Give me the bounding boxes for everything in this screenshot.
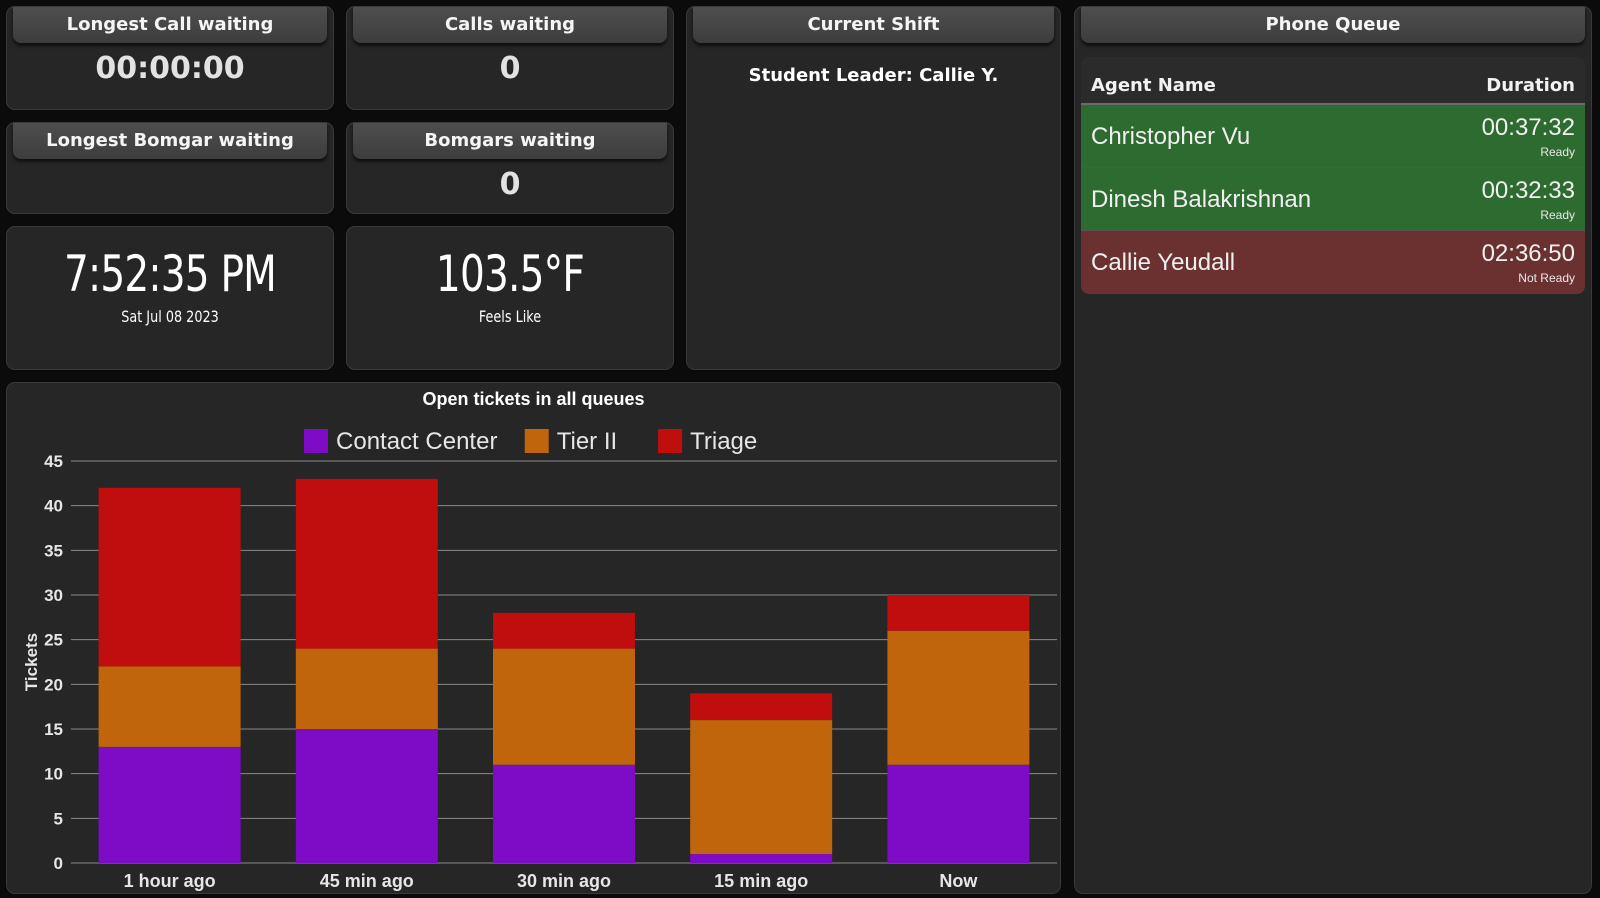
bar-contact-center xyxy=(295,729,438,863)
agent-name: Christopher Vu xyxy=(1091,123,1251,150)
table-row: Christopher Vu 00:37:32 Ready xyxy=(1081,105,1585,168)
tickets-chart: 0 5 10 15 20 25 30 35 40 45 Tickets 1 hour ago 45 mi… xyxy=(22,428,1057,891)
bar-contact-center xyxy=(887,764,1030,863)
x-tick-label: 30 min ago xyxy=(517,871,611,891)
bar-tier-ii xyxy=(493,648,635,765)
longest-call-title: Longest Call waiting xyxy=(13,7,327,43)
weather-temp: 103.5°F xyxy=(435,245,585,303)
calls-waiting-tile: Calls waiting 0 xyxy=(346,6,674,110)
bomgars-waiting-value: 0 xyxy=(499,167,521,202)
y-tick-label: 30 xyxy=(44,586,63,605)
student-leader: Student Leader: Callie Y. xyxy=(748,65,999,86)
agent-status: Ready xyxy=(1540,208,1575,222)
y-tick-label: 5 xyxy=(54,809,63,828)
legend-swatch xyxy=(524,429,549,453)
y-tick-label: 20 xyxy=(44,675,63,694)
calls-waiting-title: Calls waiting xyxy=(353,7,667,43)
agent-status: Ready xyxy=(1540,145,1575,159)
bar-tier-ii xyxy=(690,720,833,855)
clock-date: Sat Jul 08 2023 xyxy=(121,307,219,326)
agent-status: Not Ready xyxy=(1518,271,1575,285)
y-tick-label: 45 xyxy=(44,452,63,471)
legend-label: Triage xyxy=(690,428,757,455)
bar-contact-center xyxy=(493,764,635,863)
bar-tier-ii xyxy=(98,666,241,747)
y-tick-label: 15 xyxy=(44,720,63,739)
bar-tier-ii xyxy=(887,630,1030,765)
agent-duration: 02:36:50 xyxy=(1481,240,1575,267)
agent-name: Dinesh Balakrishnan xyxy=(1091,186,1312,213)
weather-label: Feels Like xyxy=(478,307,542,326)
legend-swatch xyxy=(658,429,683,453)
table-row: Callie Yeudall 02:36:50 Not Ready xyxy=(1081,231,1585,294)
longest-bomgar-tile: Longest Bomgar waiting xyxy=(6,122,334,214)
bar-triage xyxy=(98,487,241,667)
calls-waiting-value: 0 xyxy=(499,51,521,86)
col-duration: Duration xyxy=(1486,75,1575,96)
bar-contact-center xyxy=(690,854,833,863)
clock-tile: 7:52:35 PM Sat Jul 08 2023 xyxy=(6,226,334,370)
current-shift-panel: Current Shift Student Leader: Callie Y. xyxy=(686,6,1061,370)
col-agent-name: Agent Name xyxy=(1091,75,1216,96)
bomgars-waiting-tile: Bomgars waiting 0 xyxy=(346,122,674,214)
x-tick-label: Now xyxy=(939,871,978,891)
phone-queue-header: Agent Name Duration xyxy=(1081,57,1585,105)
bar-tier-ii xyxy=(295,648,438,729)
phone-queue-panel: Phone Queue Agent Name Duration Christop… xyxy=(1074,6,1592,894)
longest-bomgar-title: Longest Bomgar waiting xyxy=(13,123,327,159)
agent-duration: 00:32:33 xyxy=(1481,177,1575,204)
current-shift-title: Current Shift xyxy=(693,7,1054,43)
bar-contact-center xyxy=(98,746,241,863)
clock-time: 7:52:35 PM xyxy=(63,245,277,303)
phone-queue-table: Agent Name Duration Christopher Vu 00:37… xyxy=(1081,57,1585,294)
legend-label: Tier II xyxy=(557,428,617,455)
longest-call-tile: Longest Call waiting 00:00:00 xyxy=(6,6,334,110)
y-tick-label: 40 xyxy=(44,497,63,516)
bar-triage xyxy=(690,693,833,721)
y-tick-label: 10 xyxy=(44,765,63,784)
legend-label: Contact Center xyxy=(336,428,497,455)
y-tick-label: 25 xyxy=(44,631,63,650)
legend-swatch xyxy=(304,429,329,453)
bar-triage xyxy=(493,612,635,649)
bar-triage xyxy=(887,595,1030,631)
agent-name: Callie Yeudall xyxy=(1091,249,1236,276)
y-tick-label: 35 xyxy=(44,541,63,560)
table-row: Dinesh Balakrishnan 00:32:33 Ready xyxy=(1081,168,1585,231)
y-tick-label: 0 xyxy=(54,854,63,873)
x-tick-label: 45 min ago xyxy=(320,871,414,891)
weather-tile: 103.5°F Feels Like xyxy=(346,226,674,370)
tickets-chart-panel: Open tickets in all queues 0 5 10 15 20 25 30 3… xyxy=(6,382,1061,894)
x-tick-label: 15 min ago xyxy=(714,871,808,891)
bar-triage xyxy=(295,478,438,649)
agent-duration: 00:37:32 xyxy=(1481,114,1575,141)
x-tick-label: 1 hour ago xyxy=(124,871,216,891)
longest-call-value: 00:00:00 xyxy=(95,51,245,86)
phone-queue-title: Phone Queue xyxy=(1081,7,1585,43)
bomgars-waiting-title: Bomgars waiting xyxy=(353,123,667,159)
y-axis-label: Tickets xyxy=(22,633,41,691)
